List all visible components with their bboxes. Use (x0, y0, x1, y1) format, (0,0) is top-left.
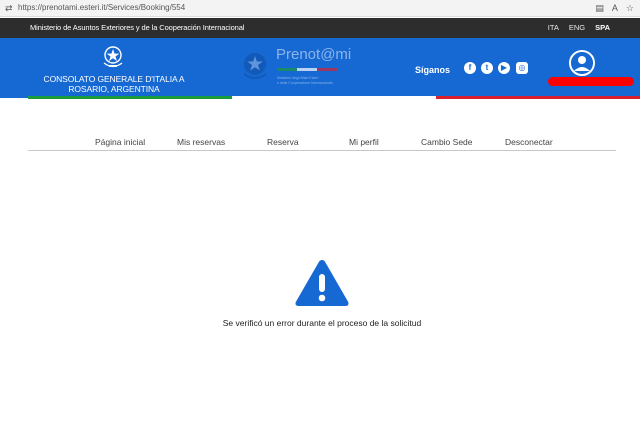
ministry-strip: Ministerio de Asuntos Exteriores y de la… (0, 18, 640, 38)
user-avatar-icon[interactable] (569, 50, 595, 76)
translate-icon[interactable]: A (612, 2, 618, 14)
site-settings-icon[interactable]: ⇄ (5, 2, 13, 14)
error-message: Se verificó un error durante el proceso … (222, 318, 422, 328)
logo-subtitle: Ministero degli Affari Esteri e della Co… (277, 76, 357, 85)
lang-spa[interactable]: SPA (595, 23, 610, 33)
nav-my-profile[interactable]: Mi perfil (349, 137, 379, 147)
main-nav: Página inicial Mis reservas Reserva Mi p… (28, 133, 616, 151)
warning-icon (295, 260, 349, 306)
browser-tools: ▤ A ☆ (595, 2, 634, 14)
prenotami-logo[interactable]: Prenot@mi (276, 47, 351, 63)
favorite-star-icon[interactable]: ☆ (626, 2, 634, 14)
italian-emblem-icon (103, 46, 123, 68)
twitter-icon[interactable]: t (481, 62, 493, 74)
nav-change-office[interactable]: Cambio Sede (421, 137, 473, 147)
user-silhouette-icon (571, 52, 593, 74)
language-switcher: ITA ENG SPA (548, 23, 610, 33)
youtube-icon[interactable]: ▶ (498, 62, 510, 74)
nav-logout[interactable]: Desconectar (505, 137, 553, 147)
facebook-icon[interactable]: f (464, 62, 476, 74)
consulate-title: CONSOLATO GENERALE D'ITALIA A ROSARIO, A… (30, 74, 198, 94)
prenotami-emblem-icon (243, 53, 267, 79)
ministry-name: Ministerio de Asuntos Exteriores y de la… (30, 23, 245, 32)
lang-eng[interactable]: ENG (569, 23, 585, 33)
follow-label: Síganos (415, 65, 451, 75)
url-field[interactable]: https://prenotami.esteri.it/Services/Boo… (18, 3, 185, 13)
consulate-line-2: ROSARIO, ARGENTINA (68, 83, 160, 94)
nav-home[interactable]: Página inicial (95, 137, 145, 147)
instagram-icon[interactable]: ◎ (516, 62, 528, 74)
nav-my-bookings[interactable]: Mis reservas (177, 137, 225, 147)
redacted-username (548, 77, 634, 86)
browser-address-bar[interactable]: ⇄ https://prenotami.esteri.it/Services/B… (0, 0, 640, 17)
reader-mode-icon[interactable]: ▤ (595, 2, 604, 14)
logo-sub-line-2: e della Cooperazione Internazionale (277, 80, 334, 85)
nav-booking[interactable]: Reserva (267, 137, 299, 147)
logo-flag-stripe (277, 68, 337, 71)
tricolore-band (28, 96, 640, 99)
lang-ita[interactable]: ITA (548, 23, 559, 33)
